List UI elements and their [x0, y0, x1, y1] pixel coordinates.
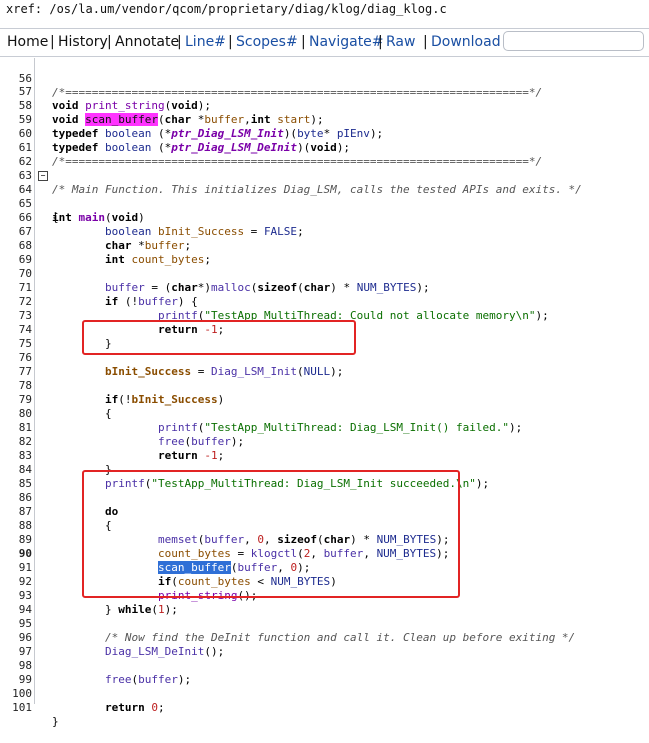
code-line: 80 printf("TestApp_MultiThread: Diag_LSM…: [0, 393, 649, 434]
code-line: 63 /* Main Function. This initializes Di…: [0, 155, 649, 196]
search-input[interactable]: [503, 31, 644, 51]
annotation-box-init-call: [82, 320, 356, 355]
code-line: 99: [0, 659, 649, 686]
nav-home-link[interactable]: Home: [7, 32, 48, 52]
nav-separator: |: [423, 34, 428, 50]
nav-separator: |: [177, 34, 182, 50]
code-line: 73 return -1;: [0, 295, 649, 336]
code-line: 64 − int main(void): [0, 169, 649, 224]
code-line: 69: [0, 239, 649, 266]
nav-separator: |: [50, 34, 55, 50]
line-number[interactable]: 101: [0, 701, 32, 715]
code-line: 59 typedef boolean (*ptr_Diag_LSM_Init)(…: [0, 99, 649, 140]
code-line: 62: [0, 141, 649, 168]
code-line: 68 int count_bytes;: [0, 225, 649, 266]
code-line: 96 Diag_LSM_DeInit();: [0, 617, 649, 658]
code-line: 98 free(buffer);: [0, 645, 649, 686]
annotation-box-do-while-loop: [82, 470, 460, 598]
code-line: 83 }: [0, 435, 649, 476]
nav-navigate-link[interactable]: Navigate#: [309, 32, 384, 52]
code-line: 84 printf("TestApp_MultiThread: Diag_LSM…: [0, 449, 649, 490]
nav-line-link[interactable]: Line#: [185, 32, 226, 52]
top-navigation-bar: Home | History | Annotate | Line# | Scop…: [0, 28, 649, 57]
code-text: return 0;: [104, 701, 165, 714]
xref-path: xref: /os/la.um/vendor/qcom/proprietary/…: [6, 2, 447, 16]
code-line: 60 typedef boolean (*ptr_Diag_LSM_DeInit…: [0, 113, 649, 154]
code-line: 82 return -1;: [0, 421, 649, 462]
code-line: 58 void scan_buffer(char *buffer,int sta…: [0, 85, 649, 126]
code-line: 67 char *buffer;: [0, 211, 649, 252]
code-line: 70 buffer = (char*)malloc(sizeof(char) *…: [0, 253, 649, 294]
code-line: 101 }: [0, 687, 649, 728]
code-line: 61 /*===================================…: [0, 127, 649, 168]
code-line: 79 {: [0, 379, 649, 420]
nav-separator: |: [228, 34, 233, 50]
code-line: 71 if (!buffer) {: [0, 267, 649, 308]
code-line: 97: [0, 631, 649, 658]
nav-scopes-link[interactable]: Scopes#: [236, 32, 298, 52]
code-line: 100 return 0;: [0, 673, 649, 714]
code-line: 78 if(!bInit_Success): [0, 365, 649, 406]
code-line: 72 printf("TestApp_MultiThread: Could no…: [0, 281, 649, 322]
code-line: 81 free(buffer);: [0, 407, 649, 448]
nav-separator: |: [378, 34, 383, 50]
nav-download-link[interactable]: Download: [431, 32, 501, 52]
code-line: 95 /* Now find the DeInit function and c…: [0, 603, 649, 644]
code-line: 57 void print_string(void);: [0, 71, 649, 112]
code-line: 66 boolean bInit_Success = FALSE;: [0, 197, 649, 238]
code-line: 56 /*===================================…: [0, 58, 649, 99]
nav-annotate-link[interactable]: Annotate: [115, 32, 179, 52]
code-text: }: [52, 715, 59, 728]
nav-raw-link[interactable]: Raw: [386, 32, 415, 52]
code-line: 65 {: [0, 183, 649, 224]
nav-separator: |: [301, 34, 306, 50]
fold-toggle-icon[interactable]: −: [38, 171, 48, 181]
nav-separator: |: [107, 34, 112, 50]
nav-history-link[interactable]: History: [58, 32, 108, 52]
